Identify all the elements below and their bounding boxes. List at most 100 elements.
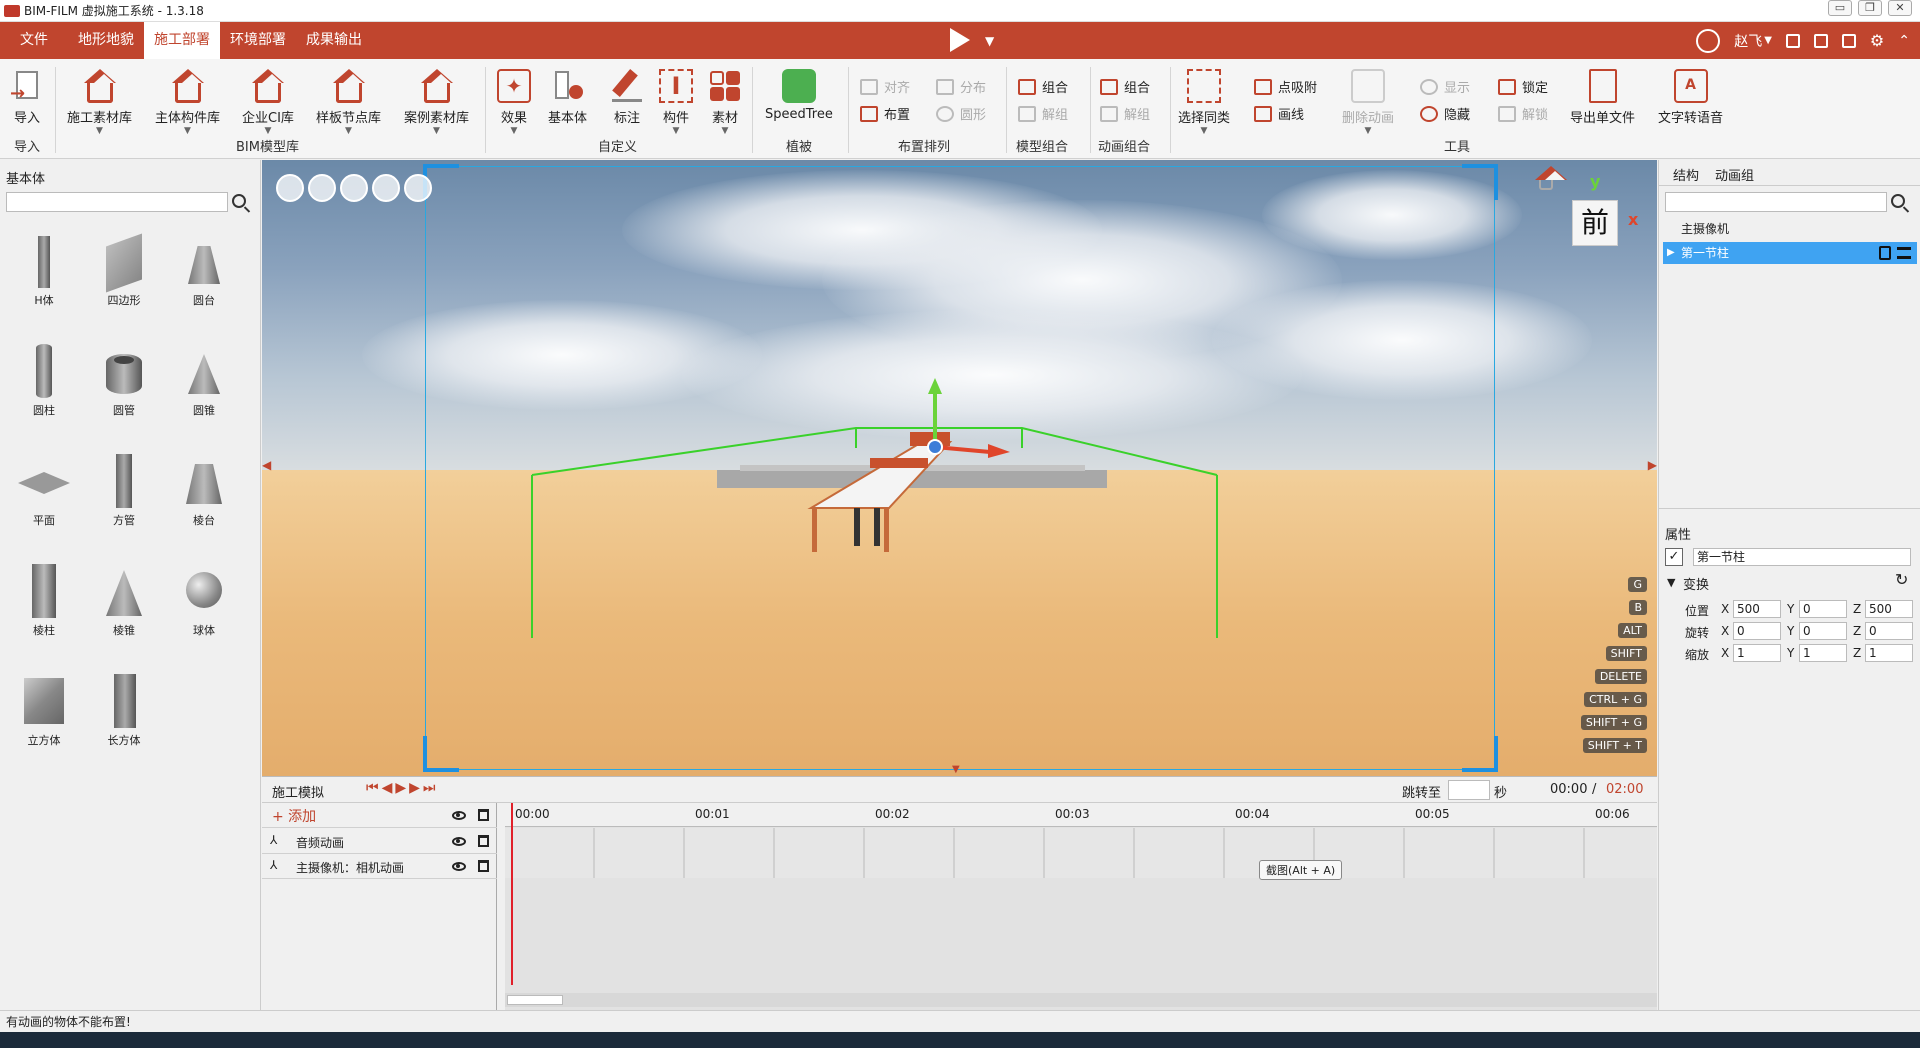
timeline-scrollbar[interactable] xyxy=(505,993,1657,1007)
scale-z-input[interactable]: 1 xyxy=(1865,644,1913,662)
scale-x-input[interactable]: 1 xyxy=(1733,644,1781,662)
align-button[interactable]: 对齐 xyxy=(860,77,910,96)
unlock-button[interactable]: 解锁 xyxy=(1498,104,1548,123)
primitive-cube[interactable]: 立方体 xyxy=(14,672,74,748)
menu-construction[interactable]: 施工部署 xyxy=(144,22,220,59)
rotation-z-input[interactable]: 0 xyxy=(1865,622,1913,640)
primitive-frustum[interactable]: 圆台 xyxy=(174,232,234,308)
home-view-icon[interactable] xyxy=(1535,166,1567,192)
annotate-button[interactable]: 标注 xyxy=(610,69,644,126)
share-icon[interactable] xyxy=(1841,33,1856,48)
timeline-tracks[interactable]: 00:00 00:01 00:02 00:03 00:04 00:05 00:0… xyxy=(505,803,1657,1011)
primitive-cylinder[interactable]: 圆柱 xyxy=(14,342,74,418)
component-button[interactable]: I 构件 ▼ xyxy=(659,69,693,136)
tree-item-main-camera[interactable]: 主摄像机 xyxy=(1663,218,1917,240)
right-panel-toggle-icon[interactable]: ▶ xyxy=(1648,458,1657,472)
show-button[interactable]: 显示 xyxy=(1420,77,1470,96)
menu-environment[interactable]: 环境部署 xyxy=(220,22,296,59)
menu-file[interactable]: 文件 xyxy=(0,22,68,59)
snap-button[interactable]: 点吸附 xyxy=(1254,77,1317,96)
timeline-toggle-icon[interactable]: ▼ xyxy=(952,764,960,775)
primitive-pipe[interactable]: 圆管 xyxy=(94,342,154,418)
scale-y-input[interactable]: 1 xyxy=(1799,644,1847,662)
left-panel-toggle-icon[interactable]: ◀ xyxy=(262,458,271,472)
minimize-button[interactable]: ▭ xyxy=(1828,0,1852,16)
settings-gear-icon[interactable]: ⚙ xyxy=(1870,31,1884,50)
scene-search-input[interactable] xyxy=(1665,192,1887,212)
menu-icon[interactable] xyxy=(1897,247,1911,259)
3d-viewport[interactable]: y 前 x G B ALT SHIFT DELETE CTRL + G SHIF… xyxy=(262,160,1657,776)
primitive-square-tube[interactable]: 方管 xyxy=(94,452,154,528)
import-button[interactable]: → 导入 xyxy=(10,69,44,126)
object-name-input[interactable]: 第一节柱 xyxy=(1693,548,1911,566)
save-icon[interactable] xyxy=(1785,33,1800,48)
menu-output[interactable]: 成果输出 xyxy=(296,22,372,59)
eye-icon[interactable] xyxy=(452,862,466,871)
material-button[interactable]: 素材 ▼ xyxy=(708,69,742,136)
rotation-x-input[interactable]: 0 xyxy=(1733,622,1781,640)
expand-arrow-icon[interactable]: ▶ xyxy=(1667,242,1675,264)
view-cube[interactable]: 前 xyxy=(1572,200,1618,246)
case-library-button[interactable]: 案例素材库 ▼ xyxy=(404,69,469,136)
sample-node-button[interactable]: 样板节点库 ▼ xyxy=(316,69,381,136)
effect-button[interactable]: ✦ 效果 ▼ xyxy=(497,69,531,136)
eye-icon[interactable] xyxy=(452,811,466,820)
primitive-plane[interactable]: 平面 xyxy=(14,452,74,528)
enterprise-ci-button[interactable]: 企业CI库 ▼ xyxy=(242,69,294,136)
tab-structure[interactable]: 结构 xyxy=(1673,165,1699,184)
primitive-search-input[interactable] xyxy=(6,192,228,212)
eye-icon[interactable] xyxy=(452,837,466,846)
rotate-icon[interactable] xyxy=(340,174,368,202)
tab-animation-group[interactable]: 动画组 xyxy=(1715,165,1754,184)
playhead[interactable] xyxy=(511,803,513,985)
export-list-button[interactable]: 导出单文件 xyxy=(1570,69,1635,126)
anim-group-button[interactable]: 组合 xyxy=(1100,77,1150,96)
position-z-input[interactable]: 500 xyxy=(1865,600,1913,618)
move-icon[interactable] xyxy=(308,174,336,202)
speedtree-button[interactable]: SpeedTree xyxy=(765,69,833,122)
trash-icon[interactable] xyxy=(478,860,489,872)
fullscreen-icon[interactable] xyxy=(404,174,432,202)
search-icon[interactable] xyxy=(1891,194,1905,208)
tts-button[interactable]: A 文字转语音 xyxy=(1658,69,1723,126)
track-row[interactable]: ⅄ 主摄像机：相机动画 xyxy=(262,854,497,879)
trash-icon[interactable] xyxy=(478,835,489,847)
track-row[interactable]: ⅄ 音频动画 xyxy=(262,829,497,854)
playback-controls-icon[interactable]: ⏮◀▶▶⏭ xyxy=(366,780,439,796)
anim-ungroup-button[interactable]: 解组 xyxy=(1100,104,1150,123)
primitive-cone[interactable]: 圆锥 xyxy=(174,342,234,418)
model-group-button[interactable]: 组合 xyxy=(1018,77,1068,96)
structure-library-button[interactable]: 主体构件库 ▼ xyxy=(155,69,220,136)
select-same-button[interactable]: 选择同类 ▼ xyxy=(1178,69,1230,136)
visible-checkbox[interactable]: ✓ xyxy=(1665,548,1683,566)
primitive-h-beam[interactable]: H体 xyxy=(14,232,74,308)
hide-button[interactable]: 隐藏 xyxy=(1420,104,1470,123)
scale-icon[interactable] xyxy=(372,174,400,202)
position-y-input[interactable]: 0 xyxy=(1799,600,1847,618)
collapse-ribbon-icon[interactable]: ⌃ xyxy=(1898,33,1910,49)
user-name[interactable]: 赵飞 xyxy=(1734,31,1762,51)
circle-button[interactable]: 圆形 xyxy=(936,104,986,123)
delete-anim-button[interactable]: 删除动画 ▼ xyxy=(1342,69,1394,136)
primitive-sphere[interactable]: 球体 xyxy=(174,562,234,638)
menu-terrain[interactable]: 地形地貌 xyxy=(68,22,144,59)
reset-transform-icon[interactable]: ↻ xyxy=(1895,570,1908,589)
primitive-quad[interactable]: 四边形 xyxy=(94,232,154,308)
tree-item-first-column[interactable]: ▶ 第一节柱 xyxy=(1663,242,1917,264)
rotation-y-input[interactable]: 0 xyxy=(1799,622,1847,640)
primitive-cuboid[interactable]: 长方体 xyxy=(94,672,154,748)
play-icon[interactable] xyxy=(950,28,970,52)
position-x-input[interactable]: 500 xyxy=(1733,600,1781,618)
construction-library-button[interactable]: 施工素材库 ▼ xyxy=(67,69,132,136)
primitive-prism[interactable]: 棱柱 xyxy=(14,562,74,638)
record-icon[interactable] xyxy=(1813,33,1828,48)
primitive-prismoid[interactable]: 棱台 xyxy=(174,452,234,528)
user-dropdown-icon[interactable]: ▼ xyxy=(1764,35,1772,46)
distribute-button[interactable]: 分布 xyxy=(936,77,986,96)
collapse-arrow-icon[interactable]: ▼ xyxy=(1667,576,1675,589)
draw-line-button[interactable]: 画线 xyxy=(1254,104,1304,123)
primitive-button[interactable]: 基本体 xyxy=(548,69,587,126)
play-dropdown-icon[interactable]: ▼ xyxy=(985,34,994,48)
pan-hand-icon[interactable] xyxy=(276,174,304,202)
arrange-button[interactable]: 布置 xyxy=(860,104,910,123)
